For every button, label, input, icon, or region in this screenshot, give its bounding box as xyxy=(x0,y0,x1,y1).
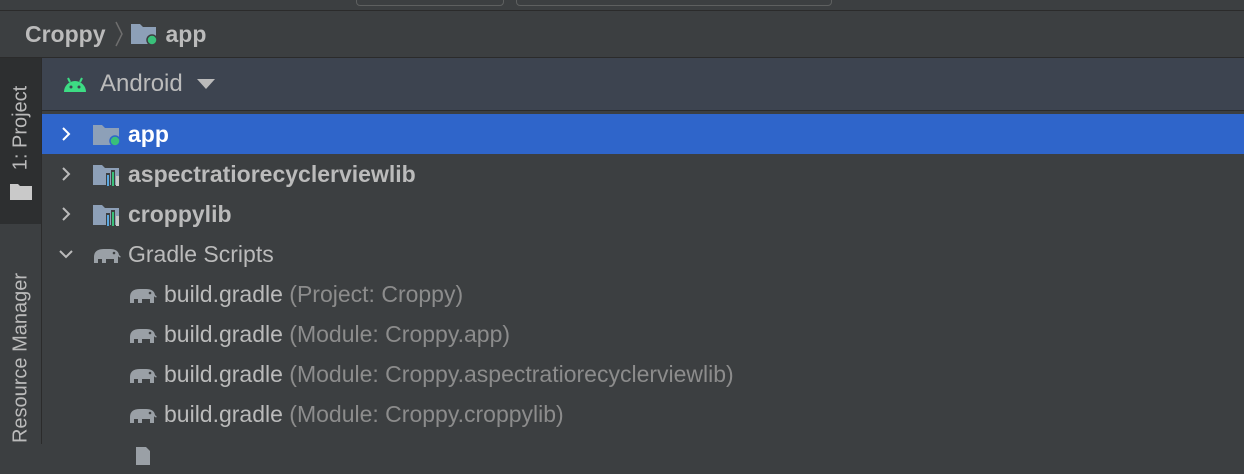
module-folder-icon xyxy=(92,123,122,152)
project-view-selector[interactable]: Android xyxy=(42,58,1244,111)
chevron-right-icon[interactable] xyxy=(58,166,74,182)
tree-node-label: croppylib xyxy=(128,201,232,227)
file-icon xyxy=(126,443,158,472)
tree-node-label: Gradle Scripts xyxy=(128,241,274,267)
android-icon xyxy=(62,74,88,94)
file-detail: (Module: Croppy.aspectratiorecyclerviewl… xyxy=(282,361,734,387)
file-detail: (Project: Croppy) xyxy=(282,281,464,307)
tree-node-app[interactable]: app xyxy=(42,114,1244,154)
tree-file-build-gradle[interactable]: build.gradle (Project: Croppy) xyxy=(42,274,1244,314)
chevron-down-icon[interactable] xyxy=(58,246,74,262)
project-tool-tab[interactable]: 1: Project xyxy=(0,58,41,224)
tree-node-aspectratiorecyclerviewlib[interactable]: aspectratiorecyclerviewlib xyxy=(42,154,1244,194)
gradle-elephant-icon xyxy=(126,403,158,432)
resource-manager-tab[interactable]: Resource Manager xyxy=(0,248,41,444)
module-folder-icon xyxy=(130,21,158,47)
project-tab-label: 1: Project xyxy=(9,85,31,171)
gradle-elephant-icon xyxy=(126,283,158,312)
file-name: build.gradle xyxy=(164,401,283,427)
file-detail: (Module: Croppy.app) xyxy=(282,321,511,347)
chevron-right-icon[interactable] xyxy=(58,126,74,142)
tree-node-label: aspectratiorecyclerviewlib xyxy=(128,161,416,187)
breadcrumb-module[interactable]: app xyxy=(166,21,207,48)
top-toolbar-remnant xyxy=(0,0,1244,11)
toolbar-field[interactable] xyxy=(516,0,832,6)
file-name: build.gradle xyxy=(164,361,283,387)
tree-file-build-gradle[interactable]: build.gradle (Module: Croppy.aspectratio… xyxy=(42,354,1244,394)
tree-node-gradle-scripts[interactable]: Gradle Scripts xyxy=(42,234,1244,274)
gradle-elephant-icon xyxy=(126,323,158,352)
library-module-icon xyxy=(92,163,122,192)
tree-file-partial[interactable] xyxy=(42,434,1244,474)
folder-icon xyxy=(10,182,32,205)
breadcrumb-separator-icon xyxy=(114,20,124,48)
project-panel: Android app aspectratiorecyclerviewlib c… xyxy=(42,58,1244,465)
tree-file-build-gradle[interactable]: build.gradle (Module: Croppy.app) xyxy=(42,314,1244,354)
file-detail: (Module: Croppy.croppylib) xyxy=(282,401,564,427)
toolbar-field[interactable] xyxy=(356,0,504,6)
file-label: build.gradle (Module: Croppy.app) xyxy=(164,321,510,348)
tool-window-strip: 1: Project Resource Manager xyxy=(0,58,42,444)
project-tree: app aspectratiorecyclerviewlib croppylib… xyxy=(42,114,1244,474)
gradle-elephant-icon xyxy=(90,243,122,272)
chevron-right-icon[interactable] xyxy=(58,206,74,222)
file-label: build.gradle (Project: Croppy) xyxy=(164,281,463,308)
breadcrumb: Croppy app xyxy=(0,11,1244,58)
file-label: build.gradle (Module: Croppy.aspectratio… xyxy=(164,361,734,388)
file-name: build.gradle xyxy=(164,321,283,347)
tree-node-label: app xyxy=(128,121,169,147)
breadcrumb-root[interactable]: Croppy xyxy=(25,21,106,48)
resource-manager-label: Resource Manager xyxy=(9,272,31,444)
library-module-icon xyxy=(92,203,122,232)
file-label: build.gradle (Module: Croppy.croppylib) xyxy=(164,401,564,428)
dropdown-arrow-icon[interactable] xyxy=(196,79,215,89)
gradle-elephant-icon xyxy=(126,363,158,392)
tree-node-croppylib[interactable]: croppylib xyxy=(42,194,1244,234)
file-name: build.gradle xyxy=(164,281,283,307)
tree-file-build-gradle[interactable]: build.gradle (Module: Croppy.croppylib) xyxy=(42,394,1244,434)
view-mode-label: Android xyxy=(100,70,183,97)
